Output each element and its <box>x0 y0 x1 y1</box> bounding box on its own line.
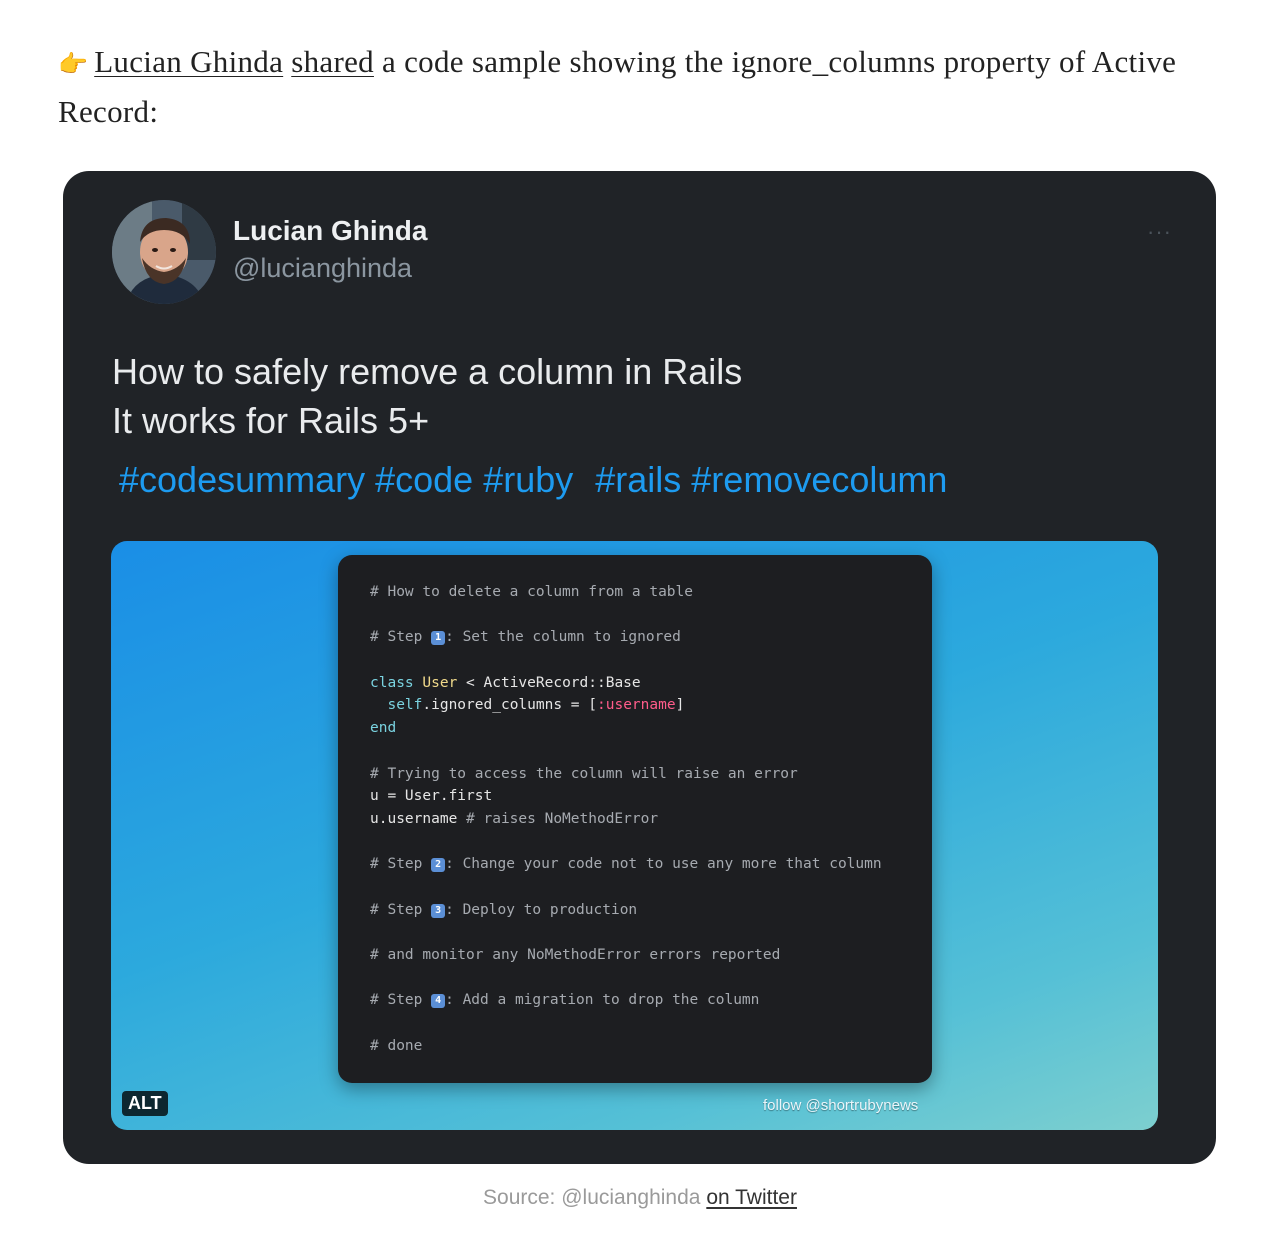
hashtag-link[interactable]: #rails <box>583 459 681 500</box>
tweet-text-line: It works for Rails 5+ <box>112 400 430 441</box>
source-caption: Source: @lucianghinda on Twitter <box>0 1186 1280 1210</box>
step-number-badge: 2 <box>431 858 446 873</box>
code-line: u = User.first <box>370 788 493 805</box>
step-number-badge: 3 <box>431 903 446 918</box>
tweet-text: How to safely remove a column in Rails I… <box>112 347 1172 445</box>
code-line: # and monitor any NoMethodError errors r… <box>370 947 781 963</box>
alt-text-badge[interactable]: ALT <box>122 1091 168 1116</box>
code-block: # How to delete a column from a table # … <box>370 581 882 1057</box>
hashtag-link[interactable]: #code <box>375 459 473 500</box>
twitter-link[interactable]: on Twitter <box>706 1186 797 1209</box>
author-link[interactable]: Lucian Ghinda <box>94 44 283 79</box>
hashtag-link[interactable]: #codesummary <box>119 459 365 500</box>
tweet-media-image[interactable]: # How to delete a column from a table # … <box>111 541 1158 1130</box>
source-prefix: Source: @lucianghinda <box>483 1186 707 1209</box>
shared-link[interactable]: shared <box>291 44 374 79</box>
hashtag-link[interactable]: #removecolumn <box>691 459 947 500</box>
more-options-icon[interactable]: ··· <box>1147 219 1172 245</box>
intro-paragraph: 👉 Lucian Ghinda shared a code sample show… <box>58 38 1218 136</box>
tweet-text-line: How to safely remove a column in Rails <box>112 351 743 392</box>
code-line: # Step 3: Deploy to production <box>370 901 638 918</box>
avatar-photo-icon <box>112 200 216 304</box>
hashtags: #codesummary #code #ruby #rails #removecolu… <box>119 459 957 501</box>
pointing-hand-icon: 👉 <box>58 50 89 78</box>
tweet-card[interactable]: Lucian Ghinda @lucianghinda ··· How to s… <box>63 171 1216 1164</box>
code-card: # How to delete a column from a table # … <box>338 555 932 1083</box>
avatar[interactable] <box>112 200 216 304</box>
step-number-badge: 4 <box>431 994 446 1009</box>
code-line: end <box>370 720 397 737</box>
code-line: # How to delete a column from a table <box>370 584 694 600</box>
watermark-text: follow @shortrubynews <box>763 1097 919 1114</box>
code-line: # Trying to access the column will raise… <box>370 765 798 782</box>
code-line: self.ignored_columns = [:username] <box>387 697 685 714</box>
code-line: # Step 4: Add a migration to drop the co… <box>370 992 760 1009</box>
step-number-badge: 1 <box>431 631 446 646</box>
author-handle[interactable]: @lucianghinda <box>233 253 412 284</box>
author-name[interactable]: Lucian Ghinda <box>233 215 427 247</box>
code-line: # Step 1: Set the column to ignored <box>370 629 681 646</box>
code-line: class User < ActiveRecord::Base <box>370 674 641 691</box>
code-line: u.username # raises NoMethodError <box>370 810 659 827</box>
code-line: # done <box>370 1037 423 1054</box>
hashtag-link[interactable]: #ruby <box>483 459 573 500</box>
code-line: # Step 2: Change your code not to use an… <box>370 856 882 873</box>
